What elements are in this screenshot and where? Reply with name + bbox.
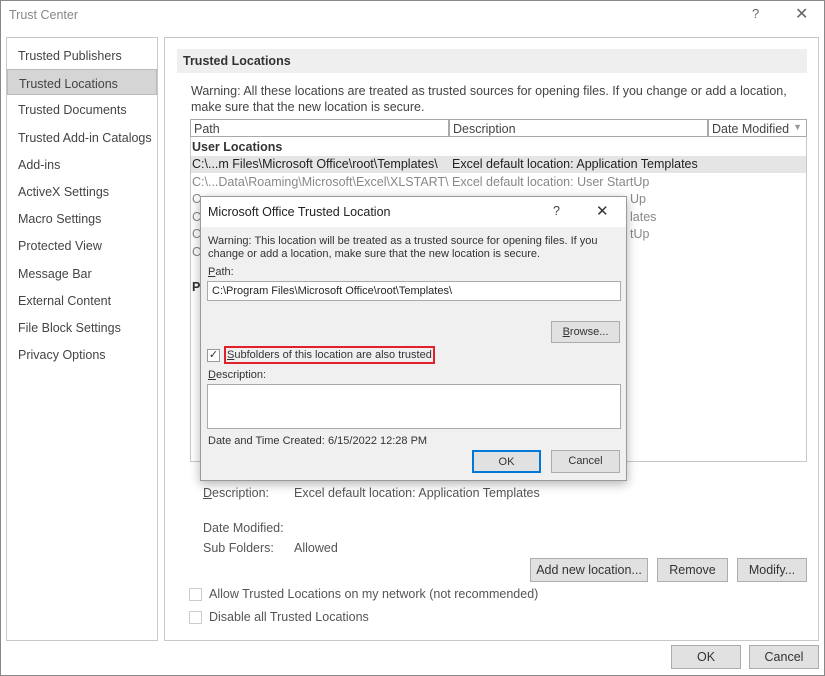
sort-arrow-icon: ▼ bbox=[793, 122, 802, 132]
sidebar-item[interactable]: Trusted Publishers bbox=[7, 42, 157, 68]
remove-button[interactable]: Remove bbox=[657, 558, 728, 582]
dialog-close-icon[interactable]: ✕ bbox=[596, 202, 609, 220]
ok-button[interactable]: OK bbox=[671, 645, 741, 669]
path-label: Path: bbox=[208, 266, 234, 278]
row-path: C:\...m Files\Microsoft Office\root\Temp… bbox=[192, 157, 438, 171]
subfolders-label[interactable]: Subfolders of this location are also tru… bbox=[224, 346, 435, 364]
detail-description-value: Excel default location: Application Temp… bbox=[294, 486, 540, 500]
row-description: Up bbox=[630, 192, 646, 206]
table-row[interactable]: C:\...Data\Roaming\Microsoft\Excel\XLSTA… bbox=[191, 174, 806, 191]
dialog-cancel-button[interactable]: Cancel bbox=[551, 450, 620, 473]
sidebar-item[interactable]: Privacy Options bbox=[7, 341, 157, 367]
trusted-location-dialog: Microsoft Office Trusted Location ? ✕ Wa… bbox=[200, 196, 627, 481]
detail-subfolders-label: Sub Folders: bbox=[203, 541, 274, 555]
detail-description-label: Description: bbox=[203, 486, 270, 500]
allow-network-label[interactable]: Allow Trusted Locations on my network (n… bbox=[209, 587, 538, 601]
sidebar-item[interactable]: Message Bar bbox=[7, 260, 157, 286]
window-title: Trust Center bbox=[9, 8, 79, 22]
sidebar-item[interactable]: Macro Settings bbox=[7, 205, 157, 231]
column-date-label: Date Modified bbox=[712, 122, 790, 136]
subfolders-checkbox[interactable]: ✓ bbox=[207, 349, 220, 362]
sidebar-item[interactable]: External Content bbox=[7, 287, 157, 313]
sidebar-item[interactable]: Trusted Locations bbox=[7, 69, 157, 96]
column-date-modified[interactable]: Date Modified ▼ bbox=[708, 119, 807, 137]
column-path[interactable]: Path bbox=[190, 119, 449, 137]
sidebar-item[interactable]: ActiveX Settings bbox=[7, 178, 157, 204]
created-label: Date and Time Created: bbox=[208, 435, 325, 447]
description-input[interactable] bbox=[207, 384, 621, 429]
cancel-button[interactable]: Cancel bbox=[749, 645, 819, 669]
dialog-help-button[interactable]: ? bbox=[553, 204, 560, 218]
column-description[interactable]: Description bbox=[449, 119, 708, 137]
help-button[interactable]: ? bbox=[752, 6, 759, 21]
disable-all-label[interactable]: Disable all Trusted Locations bbox=[209, 610, 369, 624]
dialog-ok-button[interactable]: OK bbox=[472, 450, 541, 473]
detail-date-label: Date Modified: bbox=[203, 521, 284, 535]
path-input[interactable]: C:\Program Files\Microsoft Office\root\T… bbox=[207, 281, 621, 301]
row-path: C:\...Data\Roaming\Microsoft\Excel\XLSTA… bbox=[192, 174, 449, 189]
warning-text: Warning: All these locations are treated… bbox=[191, 84, 787, 114]
dialog-title: Microsoft Office Trusted Location bbox=[208, 205, 391, 219]
sidebar-item[interactable]: Trusted Documents bbox=[7, 96, 157, 122]
modify-button[interactable]: Modify... bbox=[737, 558, 807, 582]
detail-subfolders-value: Allowed bbox=[294, 541, 338, 555]
sidebar: Trusted Publishers Trusted Locations Trust… bbox=[6, 37, 158, 641]
sidebar-item[interactable]: Trusted Add-in Catalogs bbox=[7, 124, 157, 150]
row-description: tUp bbox=[630, 227, 650, 241]
add-new-location-button[interactable]: Add new location... bbox=[530, 558, 648, 582]
trust-center-window: Trust Center ? ✕ Trusted Publishers Trust… bbox=[0, 0, 825, 676]
dialog-titlebar: Microsoft Office Trusted Location ? ✕ bbox=[201, 197, 626, 227]
close-icon[interactable]: ✕ bbox=[795, 4, 808, 24]
sidebar-item[interactable]: Add-ins bbox=[7, 151, 157, 177]
sidebar-item[interactable]: File Block Settings bbox=[7, 314, 157, 340]
row-description: lates bbox=[630, 209, 657, 224]
dialog-warning: Warning: This location will be treated a… bbox=[208, 235, 598, 260]
disable-all-checkbox[interactable] bbox=[189, 611, 202, 624]
created-value: 6/15/2022 12:28 PM bbox=[328, 435, 428, 447]
row-description: Excel default location: User StartUp bbox=[452, 174, 650, 189]
description-label: Description: bbox=[208, 369, 267, 381]
section-heading: Trusted Locations bbox=[177, 49, 807, 73]
sidebar-item[interactable]: Protected View bbox=[7, 232, 157, 258]
browse-button[interactable]: Browse... bbox=[551, 321, 620, 343]
table-row[interactable]: C:\...m Files\Microsoft Office\root\Temp… bbox=[191, 156, 806, 173]
group-user-locations: User Locations bbox=[192, 140, 283, 154]
row-description: Excel default location: Application Temp… bbox=[452, 157, 698, 171]
allow-network-checkbox[interactable] bbox=[189, 588, 202, 601]
